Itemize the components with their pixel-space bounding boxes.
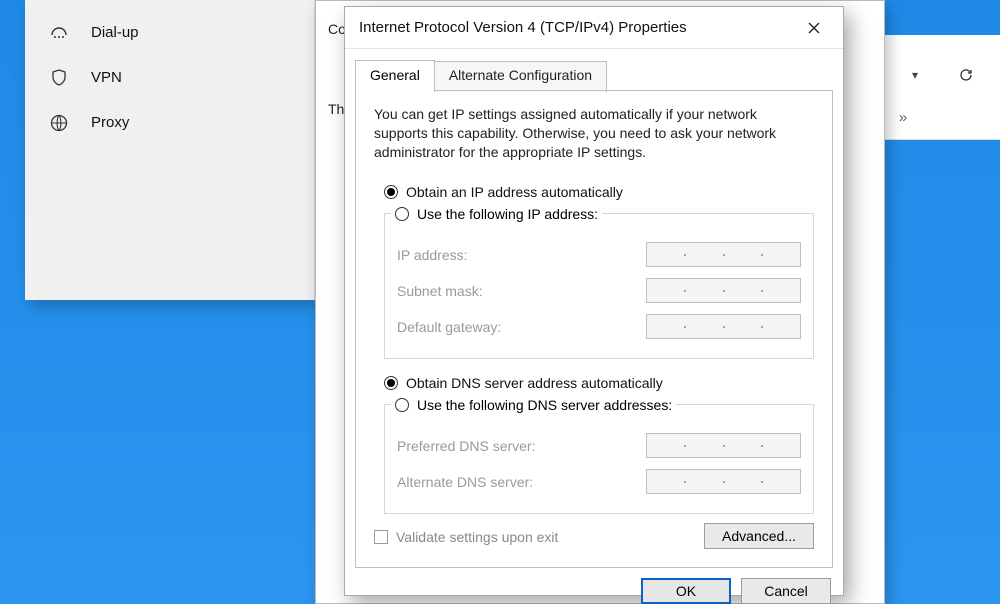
tab-bar: General Alternate Configuration [345, 49, 843, 90]
radio-obtain-dns-auto[interactable]: Obtain DNS server address automatically [384, 375, 814, 391]
chevron-down-icon[interactable]: ▾ [912, 68, 918, 82]
label-alternate-dns: Alternate DNS server: [397, 474, 533, 490]
dialog-button-row: OK Cancel [345, 578, 843, 604]
radio-icon [384, 185, 398, 199]
proxy-icon [47, 113, 71, 133]
input-alternate-dns[interactable] [646, 469, 801, 494]
radio-label: Use the following IP address: [417, 206, 598, 222]
sidebar-item-label: VPN [91, 69, 122, 86]
radio-label: Obtain DNS server address automatically [406, 375, 663, 391]
sidebar-item-label: Proxy [91, 114, 129, 131]
dialog-title: Internet Protocol Version 4 (TCP/IPv4) P… [359, 19, 687, 36]
cancel-button[interactable]: Cancel [741, 578, 831, 604]
vpn-icon [47, 68, 71, 88]
input-subnet-mask[interactable] [646, 278, 801, 303]
radio-icon [395, 398, 409, 412]
radio-icon [384, 376, 398, 390]
tab-alternate-configuration[interactable]: Alternate Configuration [434, 61, 607, 92]
advanced-button[interactable]: Advanced... [704, 523, 814, 549]
sidebar-item-label: Dial-up [91, 24, 139, 41]
sidebar-item-proxy[interactable]: Proxy [25, 100, 314, 145]
radio-use-following-ip[interactable]: Use the following IP address: [391, 206, 602, 222]
refresh-icon[interactable] [958, 67, 974, 83]
dialog-titlebar: Internet Protocol Version 4 (TCP/IPv4) P… [345, 7, 843, 49]
tab-general[interactable]: General [355, 60, 435, 91]
label-ip-address: IP address: [397, 247, 468, 263]
input-preferred-dns[interactable] [646, 433, 801, 458]
group-use-dns-addresses: Use the following DNS server addresses: … [384, 397, 814, 514]
checkbox-icon [374, 530, 388, 544]
checkbox-label: Validate settings upon exit [396, 529, 558, 545]
checkbox-validate-on-exit[interactable]: Validate settings upon exit [374, 529, 558, 545]
tab-panel-general: You can get IP settings assigned automat… [355, 90, 833, 568]
group-use-ip-address: Use the following IP address: IP address… [384, 206, 814, 359]
input-ip-address[interactable] [646, 242, 801, 267]
chevron-right-icon: » [899, 109, 907, 126]
description-text: You can get IP settings assigned automat… [374, 105, 814, 162]
radio-icon [395, 207, 409, 221]
close-button[interactable] [799, 13, 829, 43]
radio-label: Use the following DNS server addresses: [417, 397, 672, 413]
radio-use-following-dns[interactable]: Use the following DNS server addresses: [391, 397, 676, 413]
label-default-gateway: Default gateway: [397, 319, 501, 335]
radio-label: Obtain an IP address automatically [406, 184, 623, 200]
input-default-gateway[interactable] [646, 314, 801, 339]
close-icon [807, 21, 821, 35]
dialup-icon [47, 23, 71, 43]
text-fragment: Th [328, 101, 344, 117]
radio-obtain-ip-auto[interactable]: Obtain an IP address automatically [384, 184, 814, 200]
sidebar-item-dialup[interactable]: Dial-up [25, 10, 314, 55]
settings-sidebar: Dial-up VPN Proxy [25, 0, 315, 300]
ipv4-properties-dialog: Internet Protocol Version 4 (TCP/IPv4) P… [344, 6, 844, 596]
sidebar-item-vpn[interactable]: VPN [25, 55, 314, 100]
label-preferred-dns: Preferred DNS server: [397, 438, 535, 454]
ok-button[interactable]: OK [641, 578, 731, 604]
label-subnet-mask: Subnet mask: [397, 283, 483, 299]
